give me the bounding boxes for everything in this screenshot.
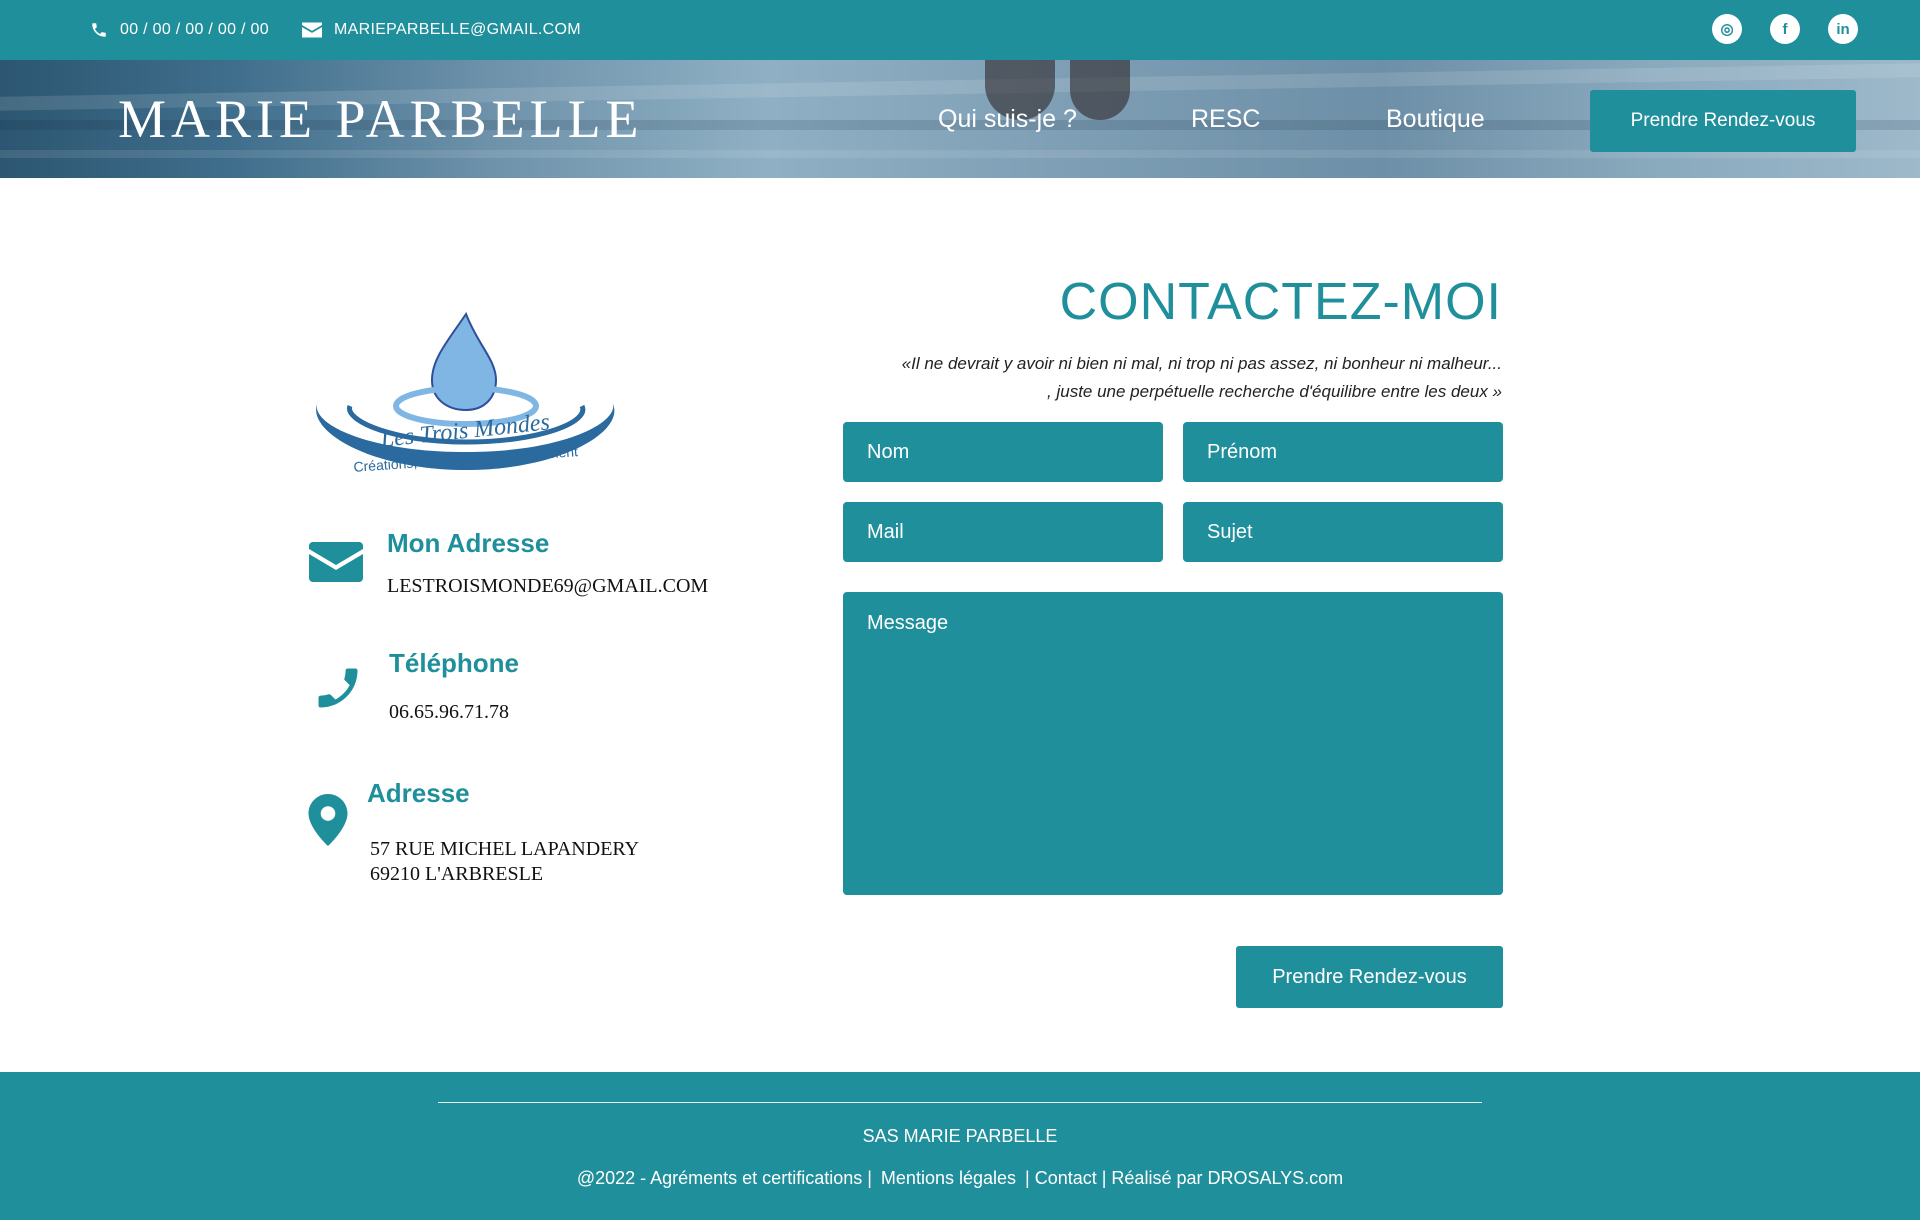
phone-value[interactable]: 06.65.96.71.78 — [389, 700, 509, 725]
footer-link-certifications[interactable]: @2022 - Agréments et certifications | — [577, 1168, 872, 1188]
phone-icon — [318, 668, 358, 708]
nom-field[interactable]: Nom — [843, 422, 1163, 482]
topbar-email[interactable]: MARIEPARBELLE@GMAIL.COM — [302, 0, 581, 60]
logo-drop — [430, 311, 498, 412]
mail-title: Mon Adresse — [387, 528, 550, 558]
address-line1: 57 RUE MICHEL LAPANDERY — [370, 838, 640, 860]
quote-line1: «Il ne devrait y avoir ni bien ni mal, n… — [901, 354, 1502, 373]
footer: SAS MARIE PARBELLE @2022 - Agréments et … — [0, 1072, 1920, 1220]
address-line2: 69210 L'ARBRESLE — [370, 863, 544, 885]
quote-line2: , juste une perpétuelle recherche d'équi… — [1047, 382, 1502, 401]
les-trois-mondes-logo: Les Trois Mondes Créations, Soin & Accom… — [316, 311, 615, 475]
footer-links: @2022 - Agréments et certifications | Me… — [0, 1168, 1920, 1189]
nav-boutique[interactable]: Boutique — [1386, 60, 1485, 178]
sujet-field[interactable]: Sujet — [1183, 502, 1503, 562]
footer-link-contact[interactable]: | Contact | Réalisé par DROSALYS.com — [1025, 1168, 1343, 1188]
location-pin-icon — [308, 794, 348, 846]
nav-qui-suis-je[interactable]: Qui suis-je ? — [938, 60, 1077, 178]
instagram-icon[interactable]: ◎ — [1712, 14, 1742, 44]
nav-resc[interactable]: RESC — [1191, 60, 1260, 178]
contact-title: CONTACTEZ-MOI — [1059, 273, 1502, 331]
phone-icon — [92, 23, 106, 37]
footer-company: SAS MARIE PARBELLE — [862, 1126, 1058, 1146]
mail-field[interactable]: Mail — [843, 502, 1163, 562]
header-rdv-button[interactable]: Prendre Rendez-vous — [1590, 90, 1856, 152]
address-title: Adresse — [367, 778, 470, 808]
footer-divider — [438, 1102, 1482, 1103]
message-field[interactable]: Message — [843, 592, 1503, 895]
footer-link-mentions[interactable]: Mentions légales — [881, 1168, 1016, 1188]
form-rdv-button[interactable]: Prendre Rendez-vous — [1236, 946, 1503, 1008]
facebook-icon[interactable]: f — [1770, 14, 1800, 44]
site-brand[interactable]: MARIE PARBELLE — [118, 92, 644, 146]
topbar-phone-text: 00 / 00 / 00 / 00 / 00 — [120, 21, 269, 38]
top-bar: 00 / 00 / 00 / 00 / 00 MARIEPARBELLE@GMA… — [0, 0, 1920, 60]
linkedin-icon[interactable]: in — [1828, 14, 1858, 44]
quote: «Il ne devrait y avoir ni bien ni mal, n… — [902, 350, 1502, 406]
topbar-phone[interactable]: 00 / 00 / 00 / 00 / 00 — [90, 0, 269, 60]
phone-title: Téléphone — [389, 648, 520, 678]
social-links: ◎ f in — [1712, 14, 1858, 44]
mail-value[interactable]: LESTROISMONDE69@GMAIL.COM — [387, 574, 708, 599]
envelope-icon — [309, 542, 363, 582]
envelope-icon — [302, 22, 322, 38]
prenom-field[interactable]: Prénom — [1183, 422, 1503, 482]
hero-feet-shadow — [1070, 60, 1130, 120]
topbar-email-text: MARIEPARBELLE@GMAIL.COM — [334, 21, 581, 38]
hero-header: MARIE PARBELLE Qui suis-je ? RESC Boutiq… — [0, 60, 1920, 178]
